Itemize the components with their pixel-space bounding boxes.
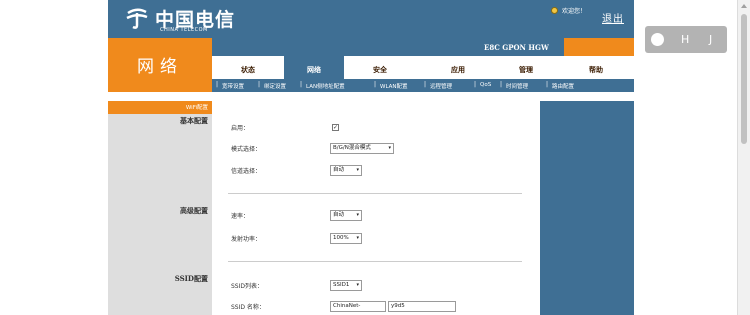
ssid-name-input[interactable]: y9d5: [388, 301, 456, 312]
section-divider: [228, 193, 522, 194]
enable-checkbox[interactable]: ✓: [332, 124, 339, 131]
chevron-down-icon: ▾: [356, 167, 359, 173]
brand-name-en: CHINA TELECOM: [160, 27, 208, 33]
tab-management[interactable]: 管理: [496, 65, 556, 79]
mode-select[interactable]: B/G/N混合模式 ▾: [330, 143, 394, 154]
chevron-down-icon: ▾: [356, 212, 359, 218]
subnav-separator: |: [474, 81, 477, 88]
tab-help[interactable]: 帮助: [566, 65, 626, 79]
subnav-route[interactable]: 路由配置: [552, 82, 574, 90]
power-select[interactable]: 100% ▾: [330, 233, 362, 244]
chevron-down-icon: ▾: [356, 282, 359, 288]
device-model: E8C GPON HGW: [484, 43, 549, 52]
subnav-lan[interactable]: LAN侧地址配置: [306, 82, 345, 90]
subnav-broadband[interactable]: 宽带设置: [222, 82, 244, 90]
logout-link[interactable]: 退出: [602, 10, 624, 25]
power-label: 发射功率：: [231, 236, 262, 243]
channel-select[interactable]: 自动 ▾: [330, 165, 362, 176]
section-label-ssid: SSID配置: [174, 274, 208, 283]
subnav-wlan[interactable]: WLAN配置: [380, 82, 408, 90]
enable-label: 启用：: [231, 125, 250, 132]
ssid-list-select[interactable]: SSID1 ▾: [330, 280, 362, 291]
rate-label: 速率：: [231, 213, 250, 220]
ssid-name-value: y9d5: [391, 303, 405, 309]
right-panel: [540, 101, 634, 315]
ssid-prefix-text: ChinaNet-: [333, 303, 361, 309]
section-title: 网络: [137, 57, 183, 77]
tab-network[interactable]: 网络: [284, 56, 344, 79]
subnav-binding[interactable]: 绑定设置: [264, 82, 286, 90]
subnav-remote[interactable]: 远程管理: [430, 82, 452, 90]
ssid-name-label: SSID 名称：: [231, 304, 265, 311]
section-label-basic: 基本配置: [180, 116, 208, 125]
rate-select[interactable]: 自动 ▾: [330, 210, 362, 221]
checkmark-icon: ✓: [333, 124, 339, 131]
subnav-separator: |: [546, 81, 549, 88]
ssid-prefix-field: ChinaNet-: [330, 301, 386, 312]
subnav-qos[interactable]: QoS: [480, 82, 491, 88]
subnav-separator: |: [424, 81, 427, 88]
subnav-separator: |: [216, 81, 219, 88]
subnav-separator: |: [374, 81, 377, 88]
subnav-separator: |: [258, 81, 261, 88]
chevron-down-icon: ▾: [388, 145, 391, 151]
h-key-button[interactable]: H: [681, 33, 689, 46]
sub-navigation: | 宽带设置 | 绑定设置 | LAN侧地址配置 | WLAN配置 | 远程管理…: [212, 79, 634, 92]
channel-select-value: 自动: [333, 167, 345, 173]
subnav-separator: |: [300, 81, 303, 88]
chevron-down-icon: ▾: [356, 235, 359, 241]
j-key-button[interactable]: J: [709, 33, 712, 46]
scroll-up-icon[interactable]: [741, 4, 747, 8]
page-scrollbar[interactable]: [737, 0, 750, 315]
power-select-value: 100%: [333, 235, 349, 241]
user-icon: [551, 7, 558, 14]
tab-security[interactable]: 安全: [350, 65, 410, 79]
channel-label: 信道选择：: [231, 168, 262, 175]
mode-label: 模式选择：: [231, 146, 262, 153]
subnav-time[interactable]: 时间管理: [506, 82, 528, 90]
rate-select-value: 自动: [333, 212, 345, 218]
ssid-list-value: SSID1: [333, 282, 350, 288]
tab-status[interactable]: 状态: [218, 65, 278, 79]
circle-button[interactable]: [651, 33, 664, 46]
subnav-separator: |: [500, 81, 503, 88]
ssid-list-label: SSID列表：: [231, 283, 264, 290]
scrollbar-thumb[interactable]: [741, 14, 747, 144]
section-label-advanced: 高级配置: [180, 206, 208, 215]
tab-application[interactable]: 应用: [428, 65, 488, 79]
welcome-text: 欢迎您！: [562, 8, 587, 15]
sidebar-item-wifi-label: WiFi配置: [185, 105, 208, 111]
china-telecom-logo-icon: [126, 8, 148, 29]
mode-select-value: B/G/N混合模式: [333, 145, 371, 151]
section-divider: [228, 261, 522, 262]
